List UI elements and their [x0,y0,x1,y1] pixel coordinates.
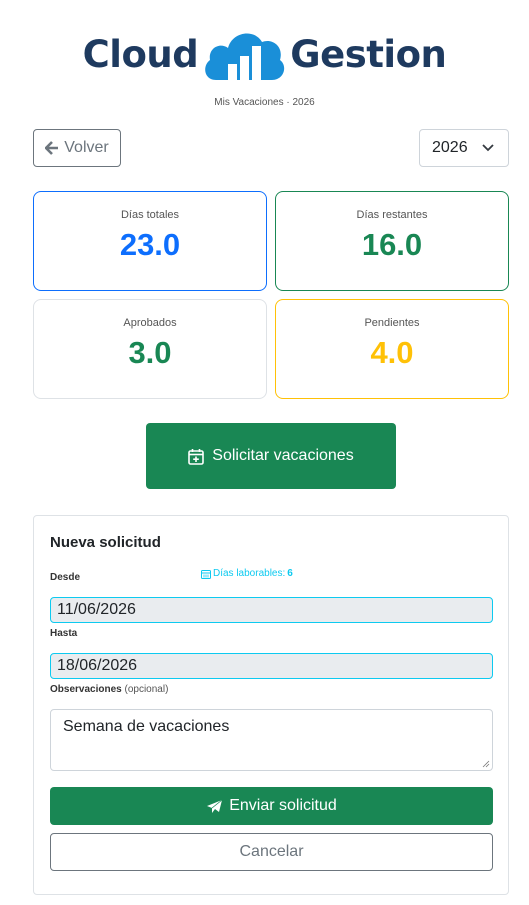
notes-optional: (opcional) [124,684,169,695]
arrow-left-icon [45,141,59,155]
stat-card-pending: Pendientes 4.0 [275,299,509,399]
brand-left: Cloud [82,32,199,76]
from-date-input[interactable]: 11/06/2026 [50,597,493,623]
brand-logo: Cloud Gestion [0,24,529,84]
new-request-form: Nueva solicitud Desde Días laborables: 6… [33,515,509,895]
stat-card-approved: Aprobados 3.0 [33,299,267,399]
resize-handle-icon[interactable] [482,760,490,768]
back-button-label: Volver [64,139,109,156]
chevron-down-icon [481,144,494,152]
stat-value: 23.0 [119,227,181,262]
cancel-button[interactable]: Cancelar [50,833,493,871]
notes-label-text: Observaciones [50,684,122,695]
to-date-input[interactable]: 18/06/2026 [50,653,493,679]
to-label: Hasta [50,628,78,639]
brand-right: Gestion [290,32,447,76]
send-request-label: Enviar solicitud [229,797,337,814]
working-days-value: 6 [287,568,293,579]
stat-value: 3.0 [128,335,172,370]
stat-label: Días totales [120,209,180,221]
stat-card-remaining-days: Días restantes 16.0 [275,191,509,291]
working-days-info: Días laborables: 6 [201,568,293,579]
year-select[interactable]: 2026 [419,129,509,167]
stat-card-total-days: Días totales 23.0 [33,191,267,291]
year-select-value: 2026 [432,139,468,156]
request-vacation-label: Solicitar vacaciones [212,447,354,464]
page-subtitle: Mis Vacaciones · 2026 [214,97,315,108]
notes-value: Semana de vacaciones [63,718,230,735]
stat-label: Días restantes [356,209,428,221]
stat-label: Aprobados [123,317,177,329]
back-button[interactable]: Volver [33,129,121,167]
cancel-label: Cancelar [239,843,304,860]
notes-label: Observaciones (opcional) [50,684,168,695]
paper-plane-icon [207,799,223,813]
send-request-button[interactable]: Enviar solicitud [50,787,493,825]
calendar-icon [201,569,211,579]
stat-label: Pendientes [364,317,420,329]
stat-value: 4.0 [370,335,414,370]
calendar-plus-icon [188,448,205,465]
notes-textarea[interactable]: Semana de vacaciones [50,709,493,771]
cloud-chart-icon [205,33,285,80]
from-label: Desde [50,572,81,583]
stat-value: 16.0 [361,227,423,262]
working-days-label: Días laborables: [213,568,286,579]
form-title: Nueva solicitud [50,534,161,551]
request-vacation-button[interactable]: Solicitar vacaciones [146,423,396,489]
